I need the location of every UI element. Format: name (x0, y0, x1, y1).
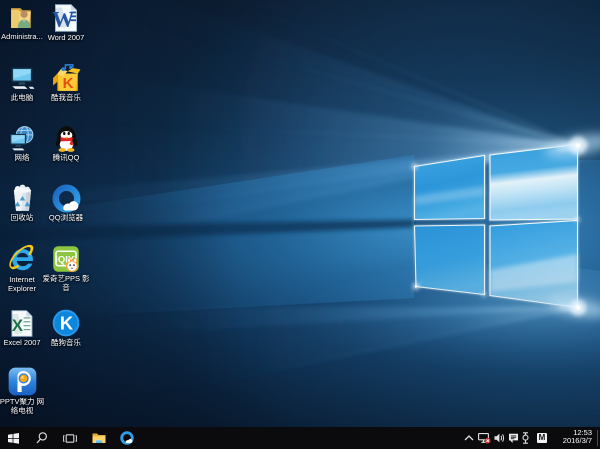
svg-text:K: K (60, 313, 74, 334)
svg-text:K: K (62, 75, 73, 92)
svg-text:X: X (11, 316, 22, 335)
svg-text:W: W (52, 6, 74, 31)
